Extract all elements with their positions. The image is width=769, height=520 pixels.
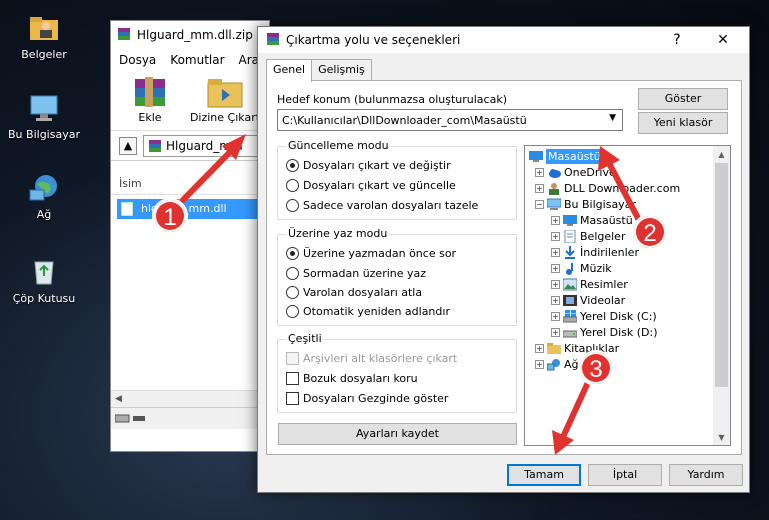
annotation-arrow-2 — [607, 162, 643, 225]
annotation-arrows — [180, 134, 643, 455]
annotation-badge-3: 3 — [578, 350, 614, 386]
tab-general[interactable]: Genel — [266, 59, 313, 82]
annotation-arrow-1 — [180, 147, 235, 203]
annotation-badge-1: 1 — [152, 198, 188, 234]
annotation-arrow-3 — [560, 375, 593, 440]
annotation-badge-2: 2 — [632, 214, 668, 250]
